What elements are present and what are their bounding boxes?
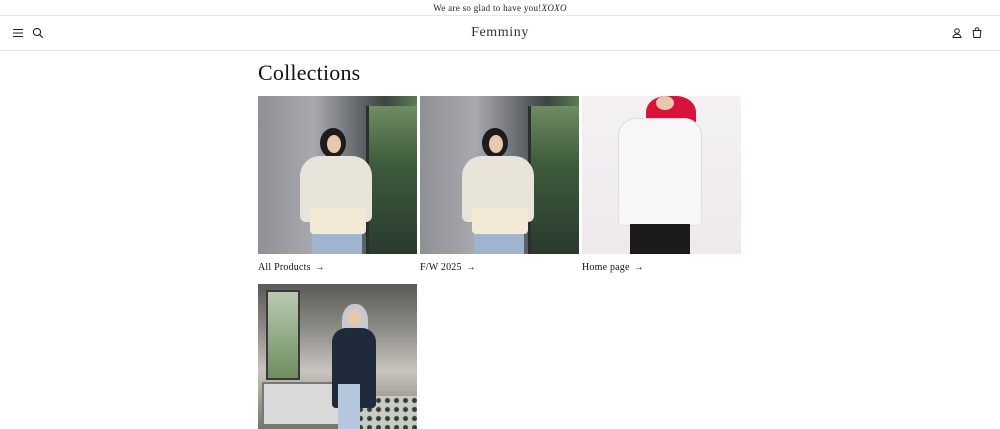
collection-label: All Products: [258, 262, 311, 273]
collection-link[interactable]: F/W 2025 →: [420, 262, 579, 273]
collection-card[interactable]: All Products →: [258, 96, 417, 273]
collection-image[interactable]: [258, 96, 417, 254]
collection-card[interactable]: F/W 2025 →: [420, 96, 579, 273]
collection-link[interactable]: All Products →: [258, 262, 417, 273]
collection-image[interactable]: [420, 96, 579, 254]
collection-card[interactable]: [258, 284, 417, 429]
arrow-right-icon: →: [465, 262, 476, 273]
announcement-bar: We are so glad to have you! XOXO: [0, 0, 1000, 16]
account-icon[interactable]: [950, 26, 964, 40]
collection-label: F/W 2025: [420, 262, 462, 273]
collections-grid: All Products → F/W 2025 → Home page →: [258, 96, 742, 429]
arrow-right-icon: →: [314, 262, 325, 273]
collection-link[interactable]: Home page →: [582, 262, 741, 273]
announcement-emphasis: XOXO: [541, 2, 567, 13]
cart-icon[interactable]: [970, 26, 984, 40]
arrow-right-icon: →: [633, 262, 644, 273]
site-logo[interactable]: Femminy: [0, 25, 1000, 41]
collection-label: Home page: [582, 262, 630, 273]
collection-image[interactable]: [258, 284, 417, 429]
collection-image[interactable]: [582, 96, 741, 254]
collection-card[interactable]: Home page →: [582, 96, 741, 273]
announcement-text: We are so glad to have you!: [433, 2, 542, 13]
site-header: Femminy: [0, 16, 1000, 51]
page-title: Collections: [258, 60, 361, 85]
